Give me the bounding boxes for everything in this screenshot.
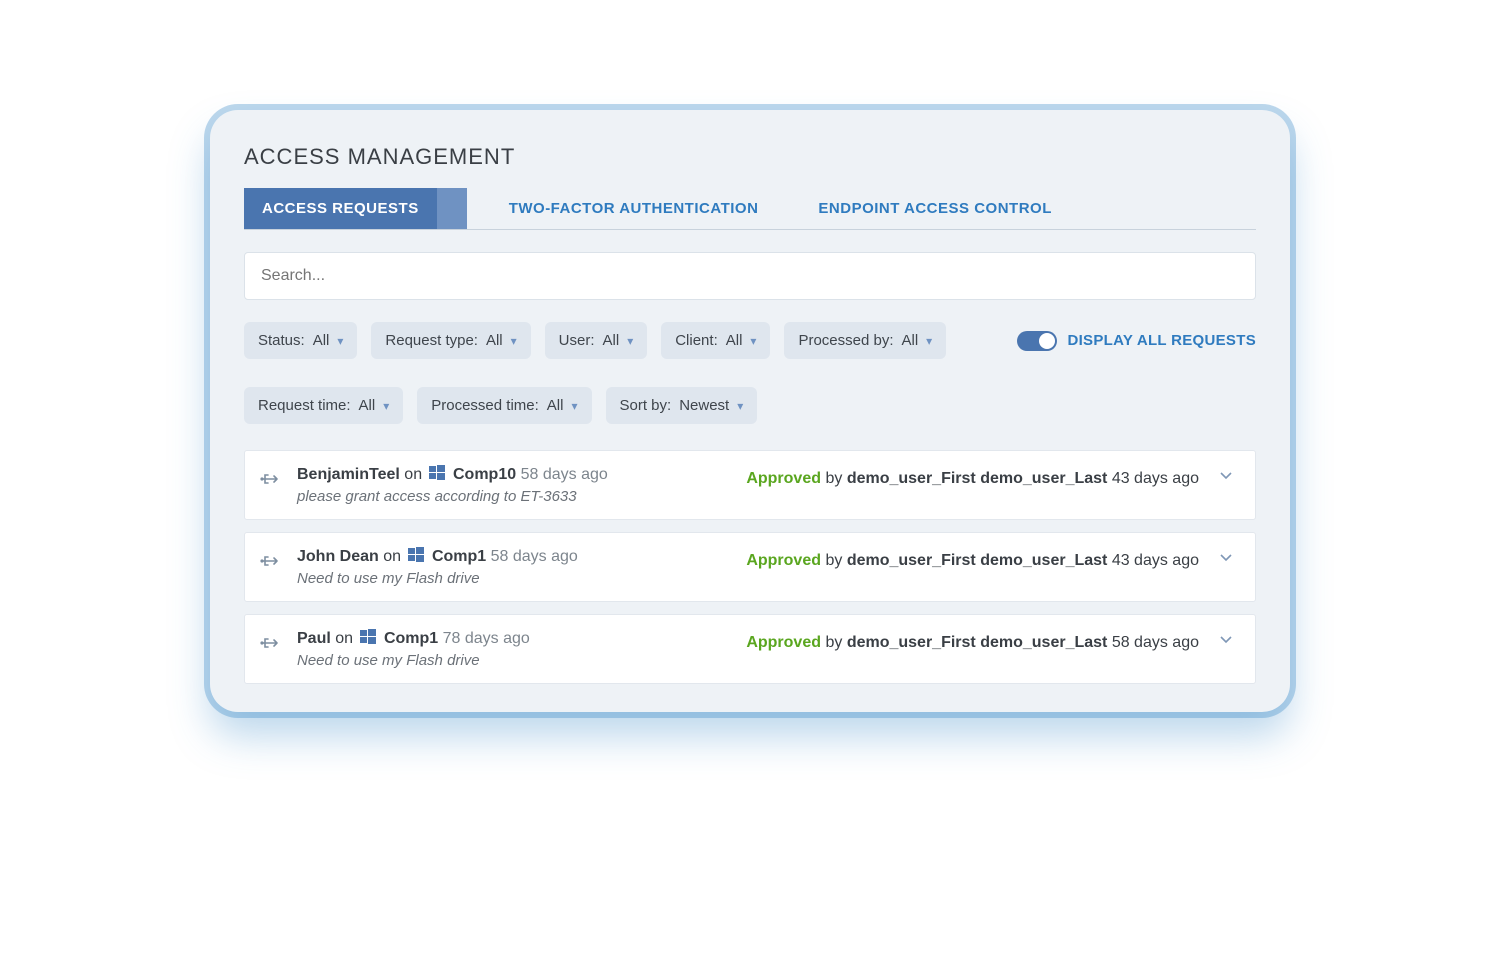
toggle-switch-icon bbox=[1017, 331, 1057, 351]
expand-row-button[interactable] bbox=[1215, 465, 1237, 492]
request-row[interactable]: Paul on Comp1 78 days ago Need to use my… bbox=[244, 614, 1256, 684]
tab-spacer bbox=[467, 188, 491, 229]
filter-processed-time[interactable]: Processed time: All ▾ bbox=[417, 387, 591, 424]
request-age: 58 days ago bbox=[521, 466, 608, 483]
usb-icon bbox=[259, 549, 283, 573]
tabs: ACCESS REQUESTS TWO-FACTOR AUTHENTICATIO… bbox=[244, 188, 1256, 230]
filter-label: Client: bbox=[675, 332, 718, 349]
windows-icon bbox=[429, 465, 445, 481]
status-badge: Approved bbox=[746, 634, 821, 651]
request-age: 78 days ago bbox=[443, 630, 530, 647]
filter-status[interactable]: Status: All ▾ bbox=[244, 322, 357, 359]
usb-icon bbox=[259, 467, 283, 491]
chevron-down-icon: ▾ bbox=[571, 399, 577, 413]
tab-access-requests[interactable]: ACCESS REQUESTS bbox=[244, 188, 437, 229]
on-label: on bbox=[404, 466, 422, 483]
request-summary: John Dean on Comp1 58 days ago Need to u… bbox=[297, 547, 732, 587]
filter-label: Request time: bbox=[258, 397, 351, 414]
request-row[interactable]: BenjaminTeel on Comp10 58 days ago pleas… bbox=[244, 450, 1256, 520]
filter-user[interactable]: User: All ▾ bbox=[545, 322, 648, 359]
filter-value: All bbox=[902, 332, 919, 349]
by-label: by bbox=[825, 470, 842, 487]
filter-label: Processed by: bbox=[798, 332, 893, 349]
request-row[interactable]: John Dean on Comp1 58 days ago Need to u… bbox=[244, 532, 1256, 602]
processed-age: 43 days ago bbox=[1112, 552, 1199, 569]
chevron-down-icon: ▾ bbox=[750, 334, 756, 348]
processed-age: 58 days ago bbox=[1112, 634, 1199, 651]
status-badge: Approved bbox=[746, 470, 821, 487]
chevron-down-icon bbox=[1219, 551, 1233, 565]
filter-value: All bbox=[359, 397, 376, 414]
windows-icon bbox=[408, 547, 424, 563]
windows-icon bbox=[360, 629, 376, 645]
tab-endpoint-access-control[interactable]: ENDPOINT ACCESS CONTROL bbox=[800, 188, 1069, 229]
filter-request-time[interactable]: Request time: All ▾ bbox=[244, 387, 403, 424]
request-user: John Dean bbox=[297, 548, 379, 565]
request-summary: BenjaminTeel on Comp10 58 days ago pleas… bbox=[297, 465, 732, 505]
expand-row-button[interactable] bbox=[1215, 629, 1237, 656]
page-title: ACCESS MANAGEMENT bbox=[244, 144, 1256, 170]
filter-value: All bbox=[547, 397, 564, 414]
request-client: Comp1 bbox=[432, 548, 486, 565]
filter-value: All bbox=[726, 332, 743, 349]
filter-client[interactable]: Client: All ▾ bbox=[661, 322, 770, 359]
tab-spacer bbox=[776, 188, 800, 229]
processed-age: 43 days ago bbox=[1112, 470, 1199, 487]
request-status-area: Approved by demo_user_First demo_user_La… bbox=[746, 629, 1237, 656]
chevron-down-icon: ▾ bbox=[337, 334, 343, 348]
request-summary: Paul on Comp1 78 days ago Need to use my… bbox=[297, 629, 732, 669]
request-user: Paul bbox=[297, 630, 331, 647]
filter-value: All bbox=[486, 332, 503, 349]
access-management-panel: ACCESS MANAGEMENT ACCESS REQUESTS TWO-FA… bbox=[210, 110, 1290, 712]
request-client: Comp1 bbox=[384, 630, 438, 647]
filter-request-type[interactable]: Request type: All ▾ bbox=[371, 322, 530, 359]
processed-by: demo_user_First demo_user_Last bbox=[847, 634, 1108, 651]
request-message: please grant access according to ET-3633 bbox=[297, 488, 732, 505]
chevron-down-icon: ▾ bbox=[511, 334, 517, 348]
request-message: Need to use my Flash drive bbox=[297, 652, 732, 669]
requests-list: BenjaminTeel on Comp10 58 days ago pleas… bbox=[244, 450, 1256, 684]
on-label: on bbox=[383, 548, 401, 565]
filter-value: Newest bbox=[679, 397, 729, 414]
request-age: 58 days ago bbox=[491, 548, 578, 565]
chevron-down-icon: ▾ bbox=[737, 399, 743, 413]
tab-two-factor-authentication[interactable]: TWO-FACTOR AUTHENTICATION bbox=[491, 188, 777, 229]
processed-by: demo_user_First demo_user_Last bbox=[847, 552, 1108, 569]
status-badge: Approved bbox=[746, 552, 821, 569]
filter-label: Status: bbox=[258, 332, 305, 349]
request-status-area: Approved by demo_user_First demo_user_La… bbox=[746, 465, 1237, 492]
chevron-down-icon bbox=[1219, 469, 1233, 483]
expand-row-button[interactable] bbox=[1215, 547, 1237, 574]
request-client: Comp10 bbox=[453, 466, 516, 483]
filter-label: Sort by: bbox=[620, 397, 672, 414]
usb-icon bbox=[259, 631, 283, 655]
filter-value: All bbox=[603, 332, 620, 349]
chevron-down-icon: ▾ bbox=[383, 399, 389, 413]
request-status-area: Approved by demo_user_First demo_user_La… bbox=[746, 547, 1237, 574]
filter-label: User: bbox=[559, 332, 595, 349]
chevron-down-icon bbox=[1219, 633, 1233, 647]
filter-processed-by[interactable]: Processed by: All ▾ bbox=[784, 322, 946, 359]
processed-by: demo_user_First demo_user_Last bbox=[847, 470, 1108, 487]
toggle-label: DISPLAY ALL REQUESTS bbox=[1067, 332, 1256, 349]
filter-sort-by[interactable]: Sort by: Newest ▾ bbox=[606, 387, 758, 424]
filter-label: Processed time: bbox=[431, 397, 539, 414]
search-input[interactable] bbox=[244, 252, 1256, 300]
chevron-down-icon: ▾ bbox=[627, 334, 633, 348]
by-label: by bbox=[825, 634, 842, 651]
tab-active-indicator bbox=[437, 188, 467, 229]
filter-label: Request type: bbox=[385, 332, 478, 349]
request-user: BenjaminTeel bbox=[297, 466, 400, 483]
filters: Status: All ▾ Request type: All ▾ User: … bbox=[244, 322, 1256, 424]
chevron-down-icon: ▾ bbox=[926, 334, 932, 348]
display-all-requests-toggle[interactable]: DISPLAY ALL REQUESTS bbox=[1017, 331, 1256, 351]
on-label: on bbox=[335, 630, 353, 647]
request-message: Need to use my Flash drive bbox=[297, 570, 732, 587]
by-label: by bbox=[825, 552, 842, 569]
filter-value: All bbox=[313, 332, 330, 349]
